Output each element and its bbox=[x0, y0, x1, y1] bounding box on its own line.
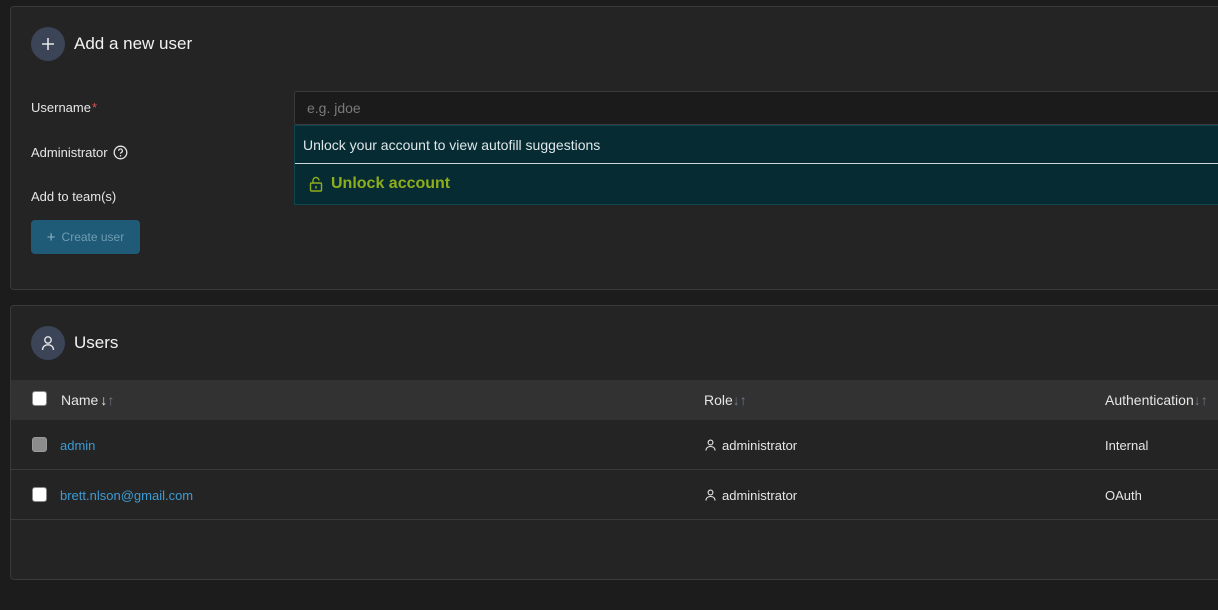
user-role: administrator bbox=[705, 470, 797, 520]
table-row: admin administrator Internal bbox=[11, 420, 1218, 470]
required-marker: * bbox=[91, 100, 98, 115]
sort-icon: ↓↑ bbox=[1193, 392, 1208, 408]
autofill-popup: Unlock your account to view autofill sug… bbox=[294, 125, 1218, 205]
lock-icon bbox=[309, 176, 323, 192]
sort-desc-icon: ↓ bbox=[100, 392, 108, 408]
user-icon bbox=[31, 326, 65, 360]
user-auth: OAuth bbox=[1105, 487, 1142, 503]
sort-icon: ↓↑ bbox=[732, 392, 747, 408]
table-row: brett.nlson@gmail.com administrator OAut… bbox=[11, 470, 1218, 520]
administrator-label: Administrator bbox=[31, 145, 128, 160]
users-title: Users bbox=[74, 333, 119, 352]
users-header: Users bbox=[31, 326, 118, 360]
add-user-title: Add a new user bbox=[74, 34, 193, 53]
user-role: administrator bbox=[705, 420, 797, 470]
select-all-checkbox[interactable] bbox=[32, 391, 47, 406]
person-icon bbox=[705, 489, 716, 501]
help-circle-icon[interactable] bbox=[113, 145, 128, 160]
row-checkbox[interactable] bbox=[32, 437, 47, 452]
autofill-message: Unlock your account to view autofill sug… bbox=[295, 126, 1218, 164]
username-label: Username * bbox=[31, 100, 98, 115]
user-auth: Internal bbox=[1105, 437, 1149, 453]
username-input[interactable] bbox=[294, 91, 1218, 125]
row-checkbox[interactable] bbox=[32, 487, 47, 502]
plus-icon bbox=[31, 27, 65, 61]
column-role[interactable]: Role ↓↑ bbox=[704, 392, 747, 408]
table-header: Name ↓ ↑ Role ↓↑ Authentication ↓↑ bbox=[11, 380, 1218, 420]
user-name-link[interactable]: brett.nlson@gmail.com bbox=[60, 470, 193, 520]
teams-label: Add to team(s) bbox=[31, 189, 117, 204]
create-user-button[interactable]: + Create user bbox=[31, 220, 140, 254]
unlock-account-button[interactable]: Unlock account bbox=[295, 164, 1218, 204]
user-name-link[interactable]: admin bbox=[60, 420, 95, 470]
column-authentication[interactable]: Authentication ↓↑ bbox=[1105, 392, 1208, 408]
add-user-header: Add a new user bbox=[31, 27, 192, 61]
column-name[interactable]: Name ↓ ↑ bbox=[61, 392, 114, 408]
users-card: Users Name ↓ ↑ Role ↓↑ Authentication ↓↑… bbox=[10, 305, 1218, 580]
person-icon bbox=[705, 439, 716, 451]
sort-asc-icon: ↑ bbox=[107, 392, 115, 408]
plus-icon: + bbox=[46, 228, 56, 246]
